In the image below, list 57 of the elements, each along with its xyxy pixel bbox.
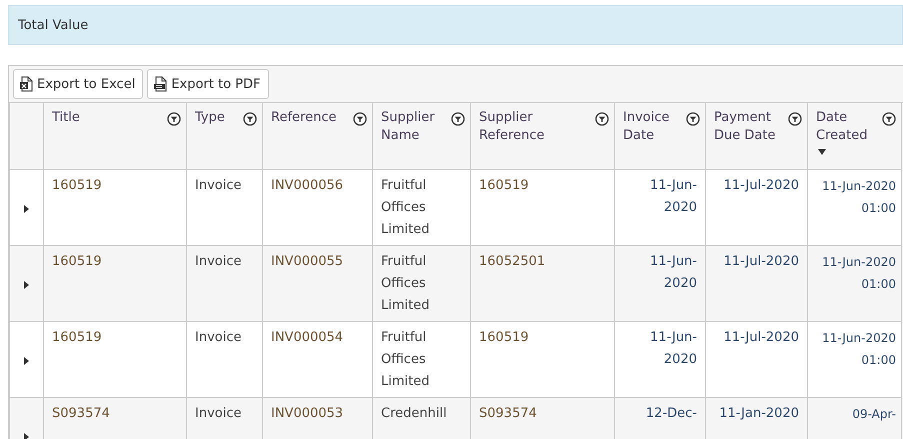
- table-cell: Fruitful Offices Limited: [372, 170, 470, 246]
- table-cell: 160519: [44, 322, 186, 398]
- table-cell: 11-Jul-2020: [706, 246, 808, 322]
- filter-icon[interactable]: [451, 112, 465, 126]
- filter-icon[interactable]: [686, 112, 700, 126]
- table-cell: 160519: [470, 170, 614, 246]
- expand-row-icon[interactable]: [24, 356, 29, 364]
- table-cell: INV000053: [262, 398, 372, 439]
- filter-icon[interactable]: [243, 112, 257, 126]
- table-cell: Invoice: [186, 246, 262, 322]
- filter-icon[interactable]: [353, 112, 367, 126]
- table-cell: INV000055: [262, 246, 372, 322]
- column-header[interactable]: Invoice Date: [614, 103, 706, 170]
- pdf-file-icon: [153, 76, 168, 92]
- export-button[interactable]: Export to PDF: [147, 69, 269, 99]
- table-cell: S093574: [470, 398, 614, 439]
- table-cell: Credenhill: [372, 398, 470, 439]
- expand-row-icon[interactable]: [24, 280, 29, 288]
- table-cell: Invoice: [186, 398, 262, 439]
- table-cell: Fruitful Offices Limited: [372, 322, 470, 398]
- table-cell: 11-Jun-2020 01:00: [808, 170, 902, 246]
- column-header[interactable]: Date Created: [808, 103, 902, 170]
- filter-icon[interactable]: [882, 112, 896, 126]
- table-cell: Invoice: [186, 170, 262, 246]
- table-cell: 16052501: [470, 246, 614, 322]
- table-cell: 11-Jun-2020 01:00: [808, 246, 902, 322]
- column-header[interactable]: Type: [186, 103, 262, 170]
- expand-row-icon[interactable]: [24, 432, 29, 439]
- column-header[interactable]: Reference: [262, 103, 372, 170]
- table-cell: 09-Apr-: [808, 398, 902, 439]
- table-cell: 160519: [44, 246, 186, 322]
- spreadsheet-file-icon: [19, 76, 33, 92]
- table-cell: INV000054: [262, 322, 372, 398]
- table-cell: S093574: [44, 398, 186, 439]
- filter-icon[interactable]: [788, 112, 802, 126]
- column-header[interactable]: Supplier Reference: [470, 103, 614, 170]
- filter-icon[interactable]: [167, 112, 181, 126]
- table-cell: 11-Jul-2020: [706, 170, 808, 246]
- column-header[interactable]: Title: [44, 103, 186, 170]
- column-header[interactable]: Supplier Name: [372, 103, 470, 170]
- table-cell: 11-Jun-2020 01:00: [808, 322, 902, 398]
- column-header[interactable]: Payment Due Date: [706, 103, 808, 170]
- export-button[interactable]: Export to Excel: [13, 69, 144, 99]
- table-cell: INV000056: [262, 170, 372, 246]
- table-cell: Fruitful Offices Limited: [372, 246, 470, 322]
- table-cell: 11-Jul-2020: [706, 322, 808, 398]
- table-cell: 160519: [470, 322, 614, 398]
- table-cell: 160519: [44, 170, 186, 246]
- table-cell: 12-Dec-: [614, 398, 706, 439]
- table-cell: 11-Jun-2020: [614, 322, 706, 398]
- table-cell: 11-Jun-2020: [614, 170, 706, 246]
- table-cell: 11-Jan-2020: [706, 398, 808, 439]
- filter-icon[interactable]: [595, 112, 609, 126]
- summary-label: Total Value: [18, 18, 88, 32]
- table-cell: 11-Jun-2020: [614, 246, 706, 322]
- table-cell: Invoice: [186, 322, 262, 398]
- expand-row-icon[interactable]: [24, 204, 29, 212]
